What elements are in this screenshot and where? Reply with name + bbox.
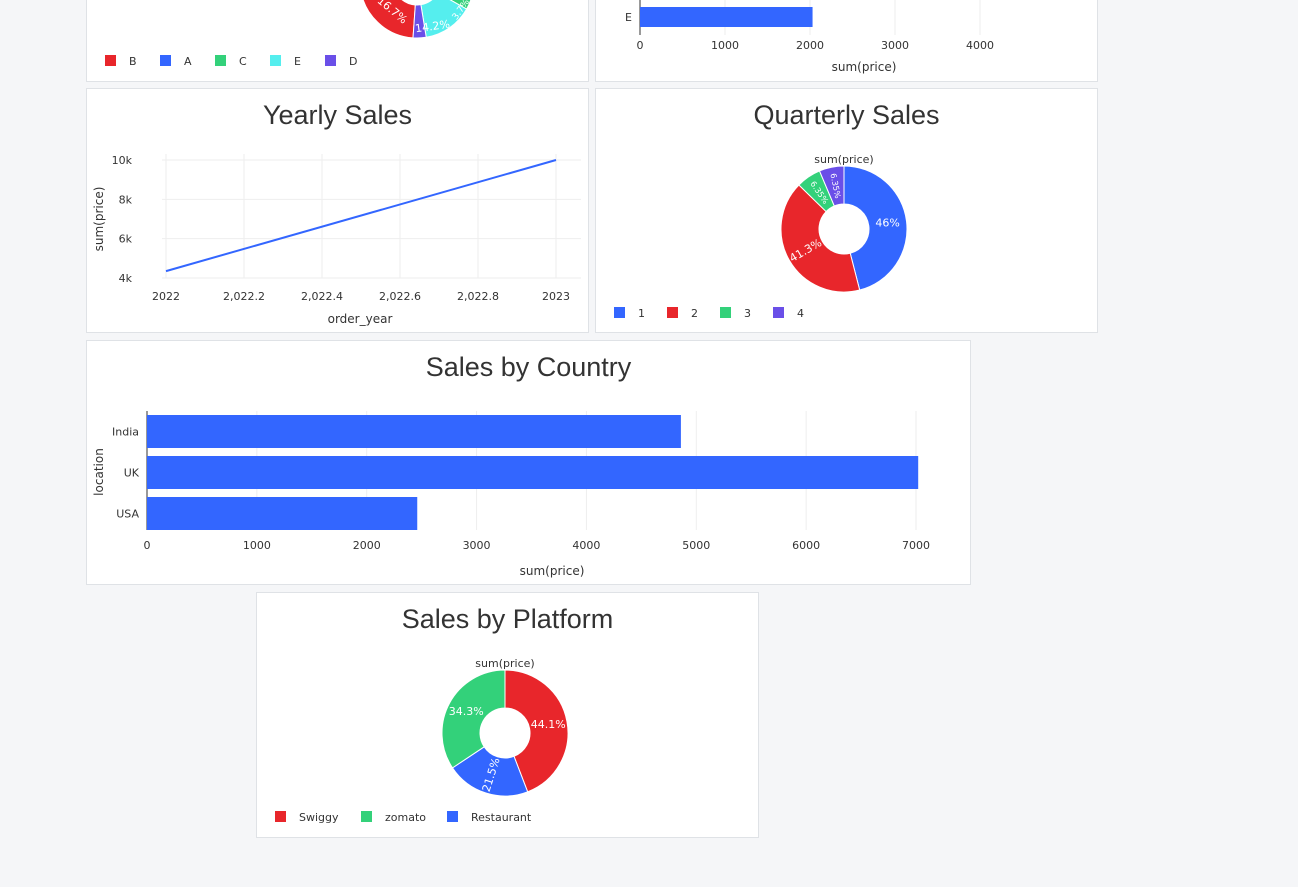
platform-slice-label-swiggy: 44.1% xyxy=(531,718,566,731)
quarterly-donut-chart: sum(price)46%41.3%6.35%6.35%1 2 3 4 xyxy=(614,153,908,320)
yearly-y-tick: 6k xyxy=(119,233,133,246)
quarterly-legend-swatch-3 xyxy=(720,307,731,318)
country-x-tick: 1000 xyxy=(243,539,271,552)
top-left-legend-swatch-d xyxy=(325,55,336,66)
yearly-x-tick: 2,022.8 xyxy=(457,290,499,303)
quarterly-slice-label-1: 46% xyxy=(875,216,899,229)
yearly-x-tick: 2,022.4 xyxy=(301,290,343,303)
platform-legend-swatch-restaurant xyxy=(447,811,458,822)
quarterly-legend-swatch-1 xyxy=(614,307,625,318)
country-x-tick: 2000 xyxy=(353,539,381,552)
top-right-bar-e xyxy=(640,7,813,27)
platform-legend-swatch-zomato xyxy=(361,811,372,822)
yearly-y-axis-label: sum(price) xyxy=(92,187,106,252)
platform-legend-swatch-swiggy xyxy=(275,811,286,822)
top-right-category-e: E xyxy=(625,11,632,24)
top-left-legend-label-e: E xyxy=(294,55,301,68)
top-right-x-tick: 1000 xyxy=(711,39,739,52)
top-left-legend-label-c: C xyxy=(239,55,247,68)
top-left-pie-chart: 16.7%14.2%3.7%B A C E D xyxy=(105,0,475,68)
top-left-legend-label-a: A xyxy=(184,55,192,68)
yearly-series-line xyxy=(165,159,557,273)
yearly-line-chart: 2022 2,022.2 2,022.4 2,022.6 2,022.8 2023 4k 6k… xyxy=(92,154,581,326)
platform-slice-zomato xyxy=(441,669,506,769)
country-x-tick: 6000 xyxy=(792,539,820,552)
quarterly-legend-label-3: 3 xyxy=(744,307,751,320)
top-left-legend-swatch-e xyxy=(270,55,281,66)
quarterly-legend-swatch-2 xyxy=(667,307,678,318)
platform-donut-chart: sum(price)44.1%21.5%34.3%Swiggy zomato Res… xyxy=(275,657,569,824)
top-right-x-tick: 0 xyxy=(637,39,644,52)
country-bar-uk xyxy=(147,456,919,489)
country-category-uk: UK xyxy=(124,467,140,480)
card-sales-by-platform: Sales by Platform sum(price) 44.1% 21.5% 34… xyxy=(256,592,759,838)
country-x-tick: 5000 xyxy=(682,539,710,552)
quarterly-legend-label-2: 2 xyxy=(691,307,698,320)
country-x-axis-label: sum(price) xyxy=(520,564,585,578)
card-quarterly-sales: Quarterly Sales sum(price) 46% 41.3% 6.35% 6… xyxy=(595,88,1098,333)
top-left-legend-swatch-a xyxy=(160,55,171,66)
top-left-legend-swatch-c xyxy=(215,55,226,66)
country-category-usa: USA xyxy=(116,508,139,521)
top-left-legend-label-b: B xyxy=(129,55,137,68)
country-bar-usa xyxy=(147,497,418,530)
platform-legend-label-restaurant: Restaurant xyxy=(471,811,532,824)
yearly-y-tick: 8k xyxy=(119,193,133,206)
yearly-x-tick: 2022 xyxy=(152,290,180,303)
platform-series-label: sum(price) xyxy=(475,657,534,670)
top-right-category-c: C xyxy=(624,0,632,2)
country-y-axis-label: location xyxy=(92,448,106,496)
country-x-tick: 7000 xyxy=(902,539,930,552)
yearly-y-tick: 10k xyxy=(112,154,133,167)
yearly-x-tick: 2023 xyxy=(542,290,570,303)
top-right-bar-chart: C E 0 1000 2000 3000 4000 sum(price) xyxy=(624,0,994,74)
quarterly-series-label: sum(price) xyxy=(814,153,873,166)
platform-slice-label-zomato: 34.3% xyxy=(449,705,484,718)
platform-legend-label-zomato: zomato xyxy=(385,811,426,824)
country-x-tick: 3000 xyxy=(463,539,491,552)
country-x-tick: 0 xyxy=(144,539,151,552)
platform-legend-label-swiggy: Swiggy xyxy=(299,811,339,824)
card-top-left-pie: 16.7% 14.2% 3.7% B A C E D xyxy=(86,0,589,82)
card-yearly-sales: Yearly Sales 2022 2,022.2 2,022.4 2,022.6 2,… xyxy=(86,88,589,333)
country-bar-chart: 0 1000 2000 3000 4000 5000 6000 7000 India UK USA s… xyxy=(92,411,930,578)
yearly-y-tick: 4k xyxy=(119,272,133,285)
yearly-x-tick: 2,022.6 xyxy=(379,290,421,303)
top-right-x-tick: 3000 xyxy=(881,39,909,52)
yearly-x-tick: 2,022.2 xyxy=(223,290,265,303)
country-x-tick: 4000 xyxy=(572,539,600,552)
quarterly-legend-label-1: 1 xyxy=(638,307,645,320)
country-category-india: India xyxy=(112,426,139,439)
card-top-right-bar: C E 0 1000 2000 3000 4000 sum(price) xyxy=(595,0,1098,82)
country-bar-india xyxy=(147,415,681,448)
top-left-legend-swatch-b xyxy=(105,55,116,66)
card-sales-by-country: Sales by Country 0 1000 2000 3000 4000 5000 60… xyxy=(86,340,971,585)
yearly-x-axis-label: order_year xyxy=(328,312,393,326)
quarterly-legend-label-4: 4 xyxy=(797,307,804,320)
top-right-x-tick: 4000 xyxy=(966,39,994,52)
top-right-x-axis-label: sum(price) xyxy=(832,60,897,74)
top-left-legend-label-d: D xyxy=(349,55,357,68)
top-right-x-tick: 2000 xyxy=(796,39,824,52)
quarterly-legend-swatch-4 xyxy=(773,307,784,318)
